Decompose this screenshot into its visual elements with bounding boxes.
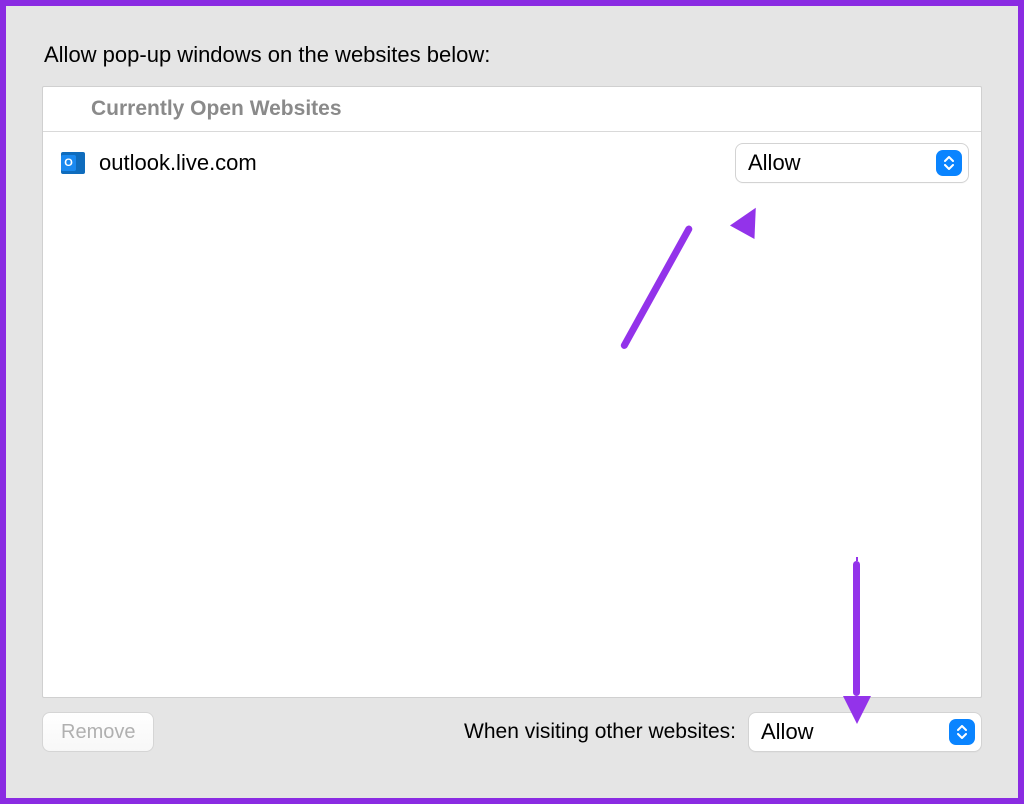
site-domain: outlook.live.com xyxy=(99,150,735,176)
websites-list: Currently Open Websites O outlook.live.c… xyxy=(42,86,982,698)
annotation-arrowhead-icon xyxy=(843,696,871,724)
updown-chevron-icon xyxy=(936,150,962,176)
site-row[interactable]: O outlook.live.com Allow xyxy=(43,132,981,194)
bottom-bar: Remove When visiting other websites: All… xyxy=(42,712,982,752)
annotation-arrow-icon xyxy=(853,561,860,696)
site-setting-select[interactable]: Allow xyxy=(735,143,969,183)
updown-chevron-icon xyxy=(949,719,975,745)
section-title: Allow pop-up windows on the websites bel… xyxy=(44,42,982,68)
remove-button[interactable]: Remove xyxy=(42,712,154,752)
preferences-panel: Allow pop-up windows on the websites bel… xyxy=(0,0,1024,804)
other-websites-label: When visiting other websites: xyxy=(464,720,736,744)
list-header: Currently Open Websites xyxy=(43,87,981,132)
outlook-favicon-icon: O xyxy=(61,152,85,174)
site-setting-value: Allow xyxy=(748,150,936,176)
